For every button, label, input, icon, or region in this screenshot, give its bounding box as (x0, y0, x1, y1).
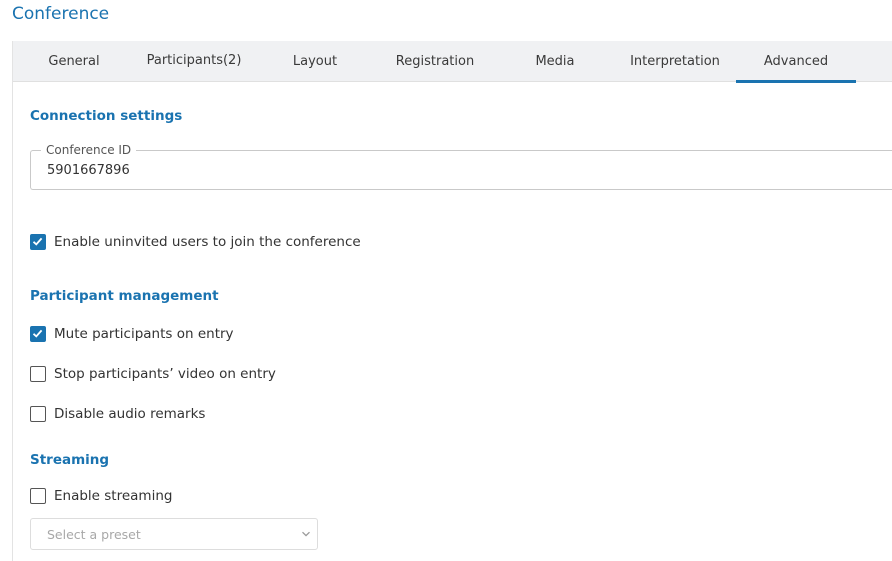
participant-management-heading: Participant management (30, 288, 219, 304)
tab-registration[interactable]: Registration (375, 41, 495, 82)
enable-streaming-label: Enable streaming (54, 488, 173, 504)
mute-on-entry-option[interactable]: Mute participants on entry (30, 325, 234, 343)
tab-participants[interactable]: Participants(2) (134, 41, 254, 82)
uninvited-users-label: Enable uninvited users to join the confe… (54, 234, 361, 250)
streaming-preset-select[interactable]: Select a preset (30, 518, 318, 550)
stop-video-label: Stop participants’ video on entry (54, 366, 276, 382)
chevron-down-icon (302, 531, 310, 537)
tab-media[interactable]: Media (495, 41, 615, 82)
conference-settings-panel: General Participants(2) Layout Registrat… (12, 41, 892, 561)
tab-layout[interactable]: Layout (255, 41, 375, 82)
tab-interpretation[interactable]: Interpretation (615, 41, 735, 82)
conference-id-input[interactable] (47, 163, 447, 178)
enable-streaming-option[interactable]: Enable streaming (30, 487, 172, 505)
page-title: Conference (12, 4, 110, 24)
connection-settings-heading: Connection settings (30, 108, 183, 124)
disable-audio-remarks-checkbox[interactable] (30, 406, 46, 422)
uninvited-users-option[interactable]: Enable uninvited users to join the confe… (30, 233, 361, 251)
conference-id-field[interactable]: Conference ID (30, 143, 892, 190)
streaming-heading: Streaming (30, 452, 110, 468)
tab-bar: General Participants(2) Layout Registrat… (13, 41, 892, 83)
mute-on-entry-checkbox[interactable] (30, 326, 46, 342)
uninvited-users-checkbox[interactable] (30, 234, 46, 250)
check-icon (32, 329, 43, 338)
disable-audio-remarks-label: Disable audio remarks (54, 406, 206, 422)
mute-on-entry-label: Mute participants on entry (54, 326, 234, 342)
check-icon (32, 237, 43, 246)
tab-advanced[interactable]: Advanced (736, 41, 856, 83)
tab-general[interactable]: General (15, 41, 133, 82)
streaming-preset-placeholder: Select a preset (47, 527, 141, 542)
enable-streaming-checkbox[interactable] (30, 488, 46, 504)
disable-audio-remarks-option[interactable]: Disable audio remarks (30, 405, 205, 423)
stop-video-checkbox[interactable] (30, 366, 46, 382)
conference-id-label: Conference ID (41, 143, 137, 157)
stop-video-option[interactable]: Stop participants’ video on entry (30, 365, 276, 383)
